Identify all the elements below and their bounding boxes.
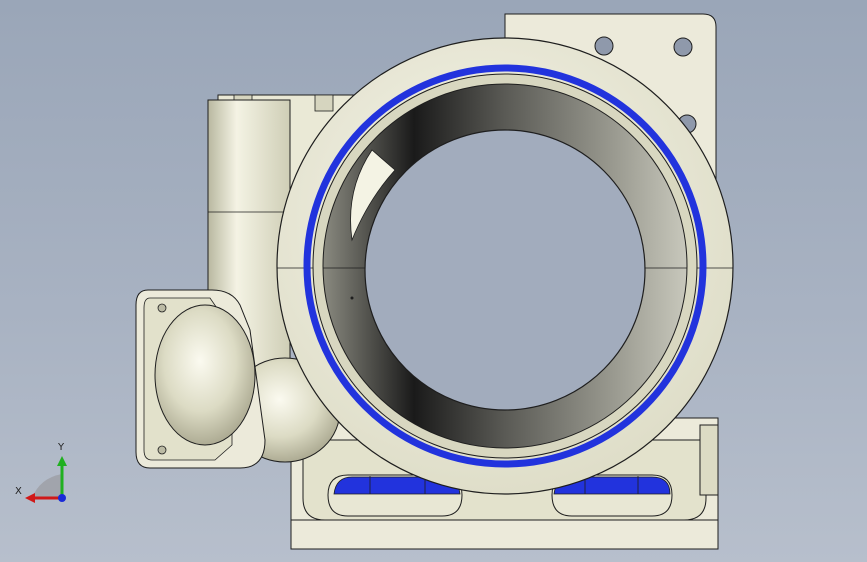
triad-y-label: Y — [58, 442, 65, 453]
bore-opening — [364, 129, 646, 411]
bolt-hole — [157, 303, 167, 313]
z-axis-dot — [58, 494, 66, 502]
bolt-hole — [157, 445, 167, 455]
axis-triad[interactable] — [25, 456, 67, 503]
bolt-hole — [673, 37, 693, 57]
triad-x-label: X — [15, 486, 22, 497]
bolt-hole — [594, 36, 614, 56]
valve-body-model[interactable] — [0, 0, 867, 562]
main-flange — [276, 37, 734, 495]
cad-3d-viewport[interactable]: X Y — [0, 0, 867, 562]
